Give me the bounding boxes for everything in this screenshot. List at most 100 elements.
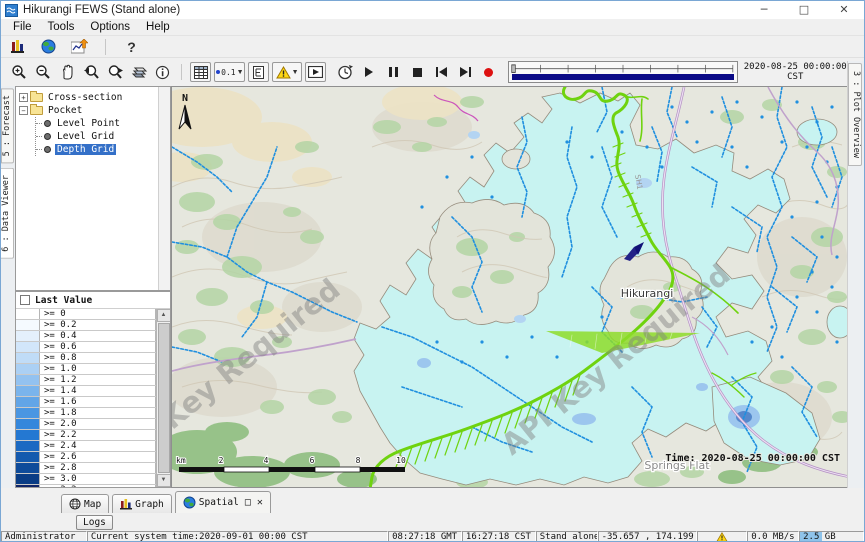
scroll-up-icon[interactable]: ▲	[157, 309, 171, 322]
scroll-down-icon[interactable]: ▼	[157, 474, 171, 487]
warnings-dropdown[interactable]: ▼	[272, 62, 302, 82]
skip-to-start-button[interactable]	[431, 62, 452, 82]
status-bar: Administrator Current system time:2020-0…	[1, 531, 864, 542]
tree-item-label[interactable]: Level Grid	[55, 131, 116, 142]
spatial-display-icon[interactable]	[69, 37, 90, 57]
legend-swatch	[16, 397, 40, 407]
zoom-next-icon[interactable]	[105, 62, 126, 82]
expander-icon[interactable]: −	[19, 106, 28, 115]
maximize-button[interactable]: □	[784, 1, 824, 19]
globe-icon[interactable]	[38, 37, 59, 57]
legend-row: >= 1.2	[16, 375, 170, 386]
tree-item-label[interactable]: Level Point	[55, 118, 122, 129]
right-tab-strip: 3 : Plot Overview	[847, 61, 864, 488]
zoom-in-icon[interactable]	[9, 62, 30, 82]
record-button[interactable]	[479, 62, 500, 82]
window-title: Hikurangi FEWS (Stand alone)	[23, 4, 180, 16]
tab-map[interactable]: Map	[61, 494, 109, 513]
legend-row: >= 3.0	[16, 474, 170, 485]
tab-graph[interactable]: Graph	[112, 494, 172, 513]
legend-swatch	[16, 485, 40, 487]
bar-chart-icon	[120, 498, 132, 510]
status-user: Administrator	[1, 531, 87, 542]
north-label: N	[182, 93, 188, 104]
scroll-thumb[interactable]	[158, 323, 170, 473]
set-time-icon[interactable]	[335, 62, 356, 82]
longitudinal-profile-button[interactable]	[248, 62, 269, 82]
stop-button[interactable]	[407, 62, 428, 82]
map-view[interactable]: Hikurangi Springs Flat SH1 API Key Requi…	[171, 86, 849, 488]
tree-item-pocket[interactable]: − Pocket	[19, 104, 170, 117]
tree-item-cross-section[interactable]: + Cross-section	[19, 91, 170, 104]
time-span-bar	[512, 74, 734, 80]
threshold-dot-icon	[216, 70, 220, 74]
tree-item-level-point[interactable]: Level Point	[36, 117, 170, 130]
status-coordinates: -35.657 , 174.199	[598, 531, 698, 542]
scale-tick: 4	[264, 456, 269, 465]
play-button[interactable]	[359, 62, 380, 82]
menu-options[interactable]: Options	[82, 21, 138, 33]
last-value-checkbox[interactable]	[20, 295, 30, 305]
tab-graph-label: Graph	[135, 499, 164, 510]
legend-row: >= 2.0	[16, 419, 170, 430]
info-icon[interactable]	[153, 62, 174, 82]
app-icon	[5, 4, 18, 17]
legend-row: >= 0.4	[16, 331, 170, 342]
database-chart-icon[interactable]	[7, 37, 28, 57]
menu-help[interactable]: Help	[138, 21, 178, 33]
memory-label: 2.5 GB	[803, 532, 836, 542]
legend-row: >= 3.2	[16, 485, 170, 487]
toolbar-separator	[105, 39, 106, 55]
grid-display-button[interactable]	[190, 62, 211, 82]
zoom-out-icon[interactable]	[33, 62, 54, 82]
tree-scrollbar[interactable]	[158, 87, 170, 290]
legend-row: >= 1.0	[16, 364, 170, 375]
legend-scrollbar[interactable]: ▲ ▼	[156, 309, 170, 487]
expander-icon[interactable]: +	[19, 93, 28, 102]
status-memory: 2.5 GB	[799, 531, 864, 542]
tab-maximize-icon[interactable]: □	[245, 497, 251, 508]
chevron-down-icon: ▼	[237, 69, 244, 76]
legend-swatch	[16, 408, 40, 418]
tab-forecast[interactable]: 5 : Forecast	[1, 88, 14, 163]
bullet-icon	[44, 133, 51, 140]
pause-button[interactable]	[383, 62, 404, 82]
tree-item-level-grid[interactable]: Level Grid	[36, 130, 170, 143]
legend-row: >= 1.4	[16, 386, 170, 397]
map-time-label: Time: 2020-08-25 00:00:00 CST	[665, 452, 840, 464]
legend-swatch	[16, 342, 40, 352]
time-slider[interactable]	[508, 61, 738, 83]
map-canvas[interactable]: Hikurangi Springs Flat SH1 API Key Requi…	[172, 87, 849, 488]
tree-item-label[interactable]: Pocket	[46, 105, 84, 116]
tree-item-label[interactable]: Cross-section	[46, 92, 124, 103]
menu-file[interactable]: File	[5, 21, 40, 33]
help-button[interactable]: ?	[121, 37, 142, 57]
tab-close-icon[interactable]: ✕	[257, 497, 263, 508]
legend-swatch	[16, 386, 40, 396]
zoom-previous-icon[interactable]	[81, 62, 102, 82]
tab-spatial[interactable]: Spatial □ ✕	[175, 491, 271, 513]
folder-icon	[30, 106, 43, 115]
legend-swatch	[16, 320, 40, 330]
tab-plot-overview[interactable]: 3 : Plot Overview	[848, 63, 862, 166]
tree-item-depth-grid[interactable]: Depth Grid	[36, 143, 170, 156]
status-local-time: 16:27:18 CST	[462, 531, 536, 542]
scale-tick: 2	[219, 456, 224, 465]
bottom-tab-bar: Map Graph Spatial □ ✕	[1, 488, 864, 513]
minimize-button[interactable]: ─	[744, 1, 784, 19]
logs-button[interactable]: Logs	[76, 515, 113, 530]
close-button[interactable]: ✕	[824, 1, 864, 19]
status-warning[interactable]	[697, 531, 747, 542]
legend-row: >= 0.8	[16, 353, 170, 364]
time-slider-handle[interactable]	[512, 65, 516, 73]
pan-hand-icon[interactable]	[57, 62, 78, 82]
skip-to-end-button[interactable]	[455, 62, 476, 82]
menu-tools[interactable]: Tools	[40, 21, 83, 33]
layer-tree: + Cross-section − Pocket Level Point	[15, 86, 171, 291]
tab-data-viewer[interactable]: 6 : Data Viewer	[1, 168, 14, 259]
tree-item-label-selected[interactable]: Depth Grid	[55, 144, 116, 155]
animation-panel-button[interactable]	[305, 62, 326, 82]
layers-icon[interactable]	[129, 62, 150, 82]
map-toolbar: 0.1 ▼ ▼	[1, 58, 849, 86]
contour-threshold-dropdown[interactable]: 0.1 ▼	[214, 62, 245, 82]
